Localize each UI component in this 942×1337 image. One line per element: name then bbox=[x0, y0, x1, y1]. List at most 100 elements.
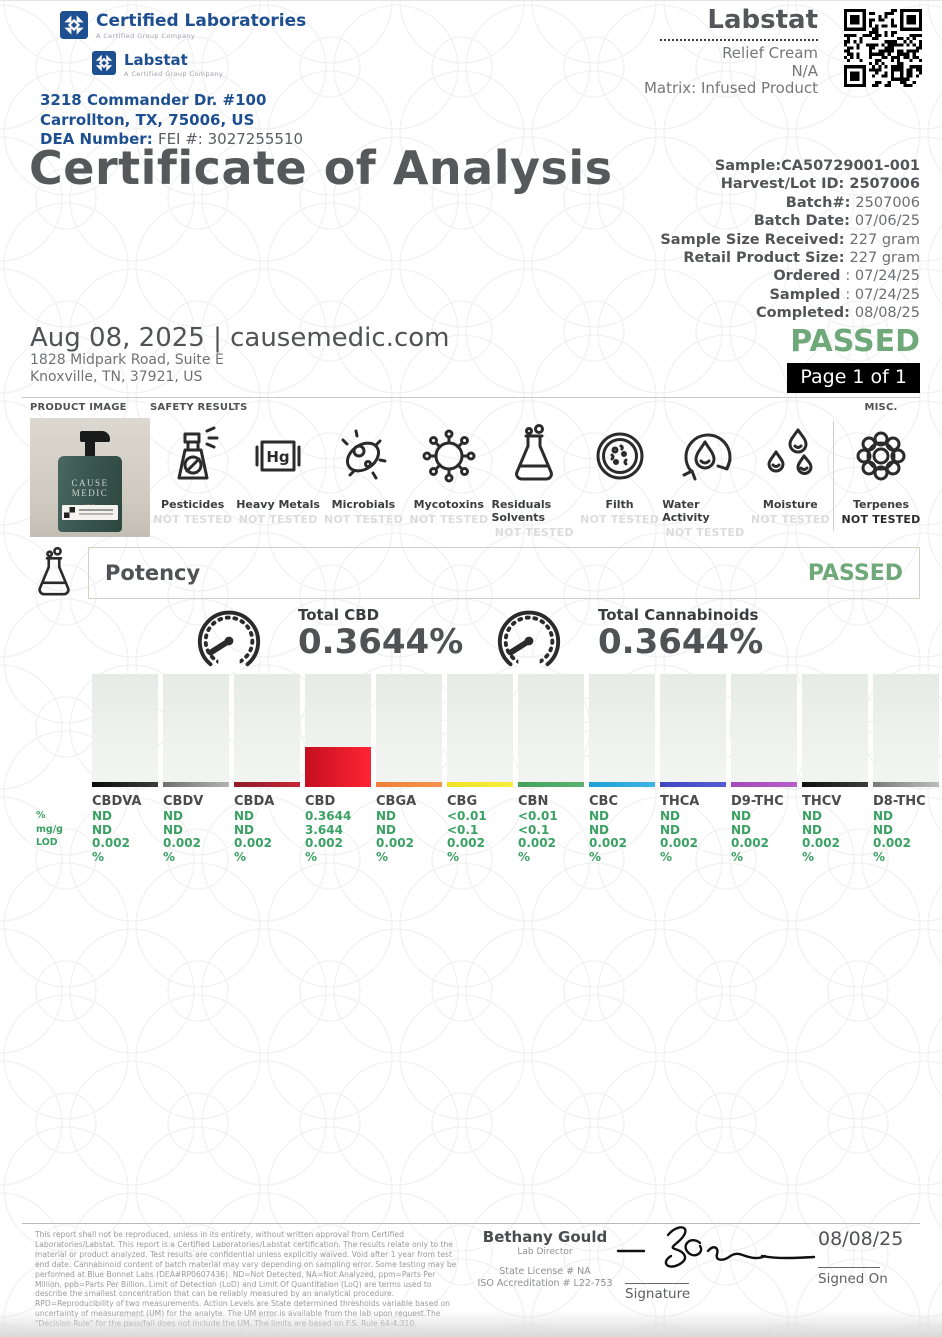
value-percent: <0.01 bbox=[447, 810, 513, 824]
chart-column-track bbox=[376, 674, 442, 787]
flask-icon bbox=[502, 424, 566, 488]
safety-test-pesticides: Pesticides NOT TESTED bbox=[150, 420, 235, 539]
safety-test-water-activity: Water Activity NOT TESTED bbox=[662, 420, 747, 539]
signed-date: 08/08/25 bbox=[818, 1228, 903, 1250]
safety-test-name: Microbials bbox=[332, 498, 396, 511]
client-address-line2: Knoxville, TN, 37921, US bbox=[30, 369, 224, 386]
chart-column-track bbox=[589, 674, 655, 787]
report-date-line: Aug 08, 2025 | causemedic.com bbox=[30, 323, 450, 353]
safety-test-status: NOT TESTED bbox=[495, 526, 574, 539]
chart-row-labels: % mg/g LOD bbox=[36, 809, 63, 850]
chart-column-cbga: CBGANDND0.002% bbox=[376, 674, 442, 864]
safety-test-name: Residuals Solvents bbox=[492, 498, 577, 524]
safety-test-mycotoxins: Mycotoxins NOT TESTED bbox=[406, 420, 491, 539]
value-mgg: ND bbox=[589, 824, 655, 838]
value-lod: 0.002 bbox=[873, 837, 939, 851]
misc-test-status: NOT TESTED bbox=[842, 513, 921, 526]
bottle-label-sticker bbox=[62, 505, 118, 520]
cannabinoid-name: CBG bbox=[447, 794, 513, 809]
bottle-pump-stem bbox=[85, 442, 95, 456]
cannabinoid-name: CBDA bbox=[234, 794, 300, 809]
signature-line bbox=[625, 1283, 689, 1284]
value-percent: 0.3644 bbox=[305, 810, 371, 824]
value-percent: <0.01 bbox=[518, 810, 584, 824]
potency-chart-columns: CBDVANDND0.002%CBDVNDND0.002%CBDANDND0.0… bbox=[92, 674, 939, 864]
section-divider bbox=[22, 397, 920, 398]
safety-test-status: NOT TESTED bbox=[580, 513, 659, 526]
value-lod-unit: % bbox=[92, 851, 158, 865]
chart-column-cbda: CBDANDND0.002% bbox=[234, 674, 300, 864]
sample-info-row: Retail Product Size:227 gram bbox=[660, 249, 920, 267]
signed-on-line bbox=[818, 1267, 880, 1268]
value-lod: 0.002 bbox=[305, 837, 371, 851]
signed-on-label: Signed On bbox=[818, 1271, 888, 1287]
value-lod: 0.002 bbox=[234, 837, 300, 851]
chart-bar bbox=[305, 747, 371, 787]
product-sub: N/A bbox=[518, 63, 818, 81]
value-lod-unit: % bbox=[660, 851, 726, 865]
chart-column-cbdva: CBDVANDND0.002% bbox=[92, 674, 158, 864]
potency-status-badge: PASSED bbox=[808, 561, 903, 586]
spray-bottle-icon bbox=[161, 424, 225, 488]
value-percent: ND bbox=[731, 810, 797, 824]
client-address: 1828 Midpark Road, Suite E Knoxville, TN… bbox=[30, 352, 224, 385]
misc-divider bbox=[833, 421, 834, 531]
signer-block: Bethany Gould Lab Director State License… bbox=[462, 1228, 628, 1290]
chart-column-track bbox=[802, 674, 868, 787]
value-mgg: ND bbox=[802, 824, 868, 838]
chart-column-cbn: CBN<0.01<0.10.002% bbox=[518, 674, 584, 864]
petri-dish-icon bbox=[588, 424, 652, 488]
matrix-type: Matrix: Infused Product bbox=[518, 80, 818, 98]
value-mgg: ND bbox=[234, 824, 300, 838]
certified-laboratories-logo: Certified Laboratories A Certified Group… bbox=[60, 11, 306, 40]
sample-info-row: Ordered: 07/24/25 bbox=[660, 267, 920, 285]
labstat-logo-icon bbox=[92, 51, 116, 75]
value-lod-unit: % bbox=[305, 851, 371, 865]
value-mgg: ND bbox=[163, 824, 229, 838]
cannabinoid-name: CBC bbox=[589, 794, 655, 809]
chart-column-d8-thc: D8-THCNDND0.002% bbox=[873, 674, 939, 864]
product-image: CAUSE MEDIC CBD RELIEF CREAM bbox=[30, 418, 150, 537]
bottle-body: CAUSE MEDIC CBD RELIEF CREAM bbox=[58, 456, 122, 532]
svg-text:Hg: Hg bbox=[266, 448, 289, 466]
value-percent: ND bbox=[234, 810, 300, 824]
state-license: State License # NA bbox=[462, 1266, 628, 1278]
value-mgg: ND bbox=[92, 824, 158, 838]
safety-test-name: Filth bbox=[605, 498, 633, 511]
certified-group-logo-icon bbox=[60, 11, 88, 39]
chart-column-cbd: CBD0.36443.6440.002% bbox=[305, 674, 371, 864]
value-mgg: ND bbox=[660, 824, 726, 838]
misc-section-label: MISC. bbox=[838, 402, 924, 413]
safety-results-section-label: SAFETY RESULTS bbox=[150, 402, 248, 413]
signature-label: Signature bbox=[625, 1286, 690, 1302]
gauge-icon bbox=[486, 604, 572, 674]
safety-test-status: NOT TESTED bbox=[665, 526, 744, 539]
value-lod: 0.002 bbox=[376, 837, 442, 851]
gauge-icon bbox=[186, 604, 272, 674]
value-lod-unit: % bbox=[447, 851, 513, 865]
safety-tests-row: Pesticides NOT TESTED Hg Heavy Metals NO… bbox=[150, 420, 833, 539]
value-percent: ND bbox=[376, 810, 442, 824]
page-title: Certificate of Analysis bbox=[29, 141, 613, 195]
page-number-badge: Page 1 of 1 bbox=[787, 363, 920, 393]
labstat-logo-name: Labstat bbox=[124, 51, 223, 69]
page-bottom-edge bbox=[0, 1311, 942, 1337]
product-name: Relief Cream bbox=[518, 45, 818, 63]
chart-column-thca: THCANDND0.002% bbox=[660, 674, 726, 864]
cannabinoid-name: THCV bbox=[802, 794, 868, 809]
value-lod-unit: % bbox=[163, 851, 229, 865]
sample-info-row: Completed:08/08/25 bbox=[660, 304, 920, 322]
chart-column-cbc: CBCNDND0.002% bbox=[589, 674, 655, 864]
sample-info-row: Batch#:2507006 bbox=[660, 194, 920, 212]
safety-test-name: Pesticides bbox=[161, 498, 224, 511]
lab-address-line1: 3218 Commander Dr. #100 bbox=[40, 91, 303, 111]
safety-test-name: Water Activity bbox=[662, 498, 747, 524]
chart-column-track bbox=[234, 674, 300, 787]
gauge-value: 0.3644% bbox=[598, 624, 763, 661]
dotted-divider bbox=[660, 39, 818, 41]
sample-info-row: Sampled: 07/24/25 bbox=[660, 286, 920, 304]
value-percent: ND bbox=[92, 810, 158, 824]
sample-info-row: Sample Size Received:227 gram bbox=[660, 231, 920, 249]
value-lod-unit: % bbox=[376, 851, 442, 865]
cannabinoid-color-strip bbox=[447, 782, 513, 787]
